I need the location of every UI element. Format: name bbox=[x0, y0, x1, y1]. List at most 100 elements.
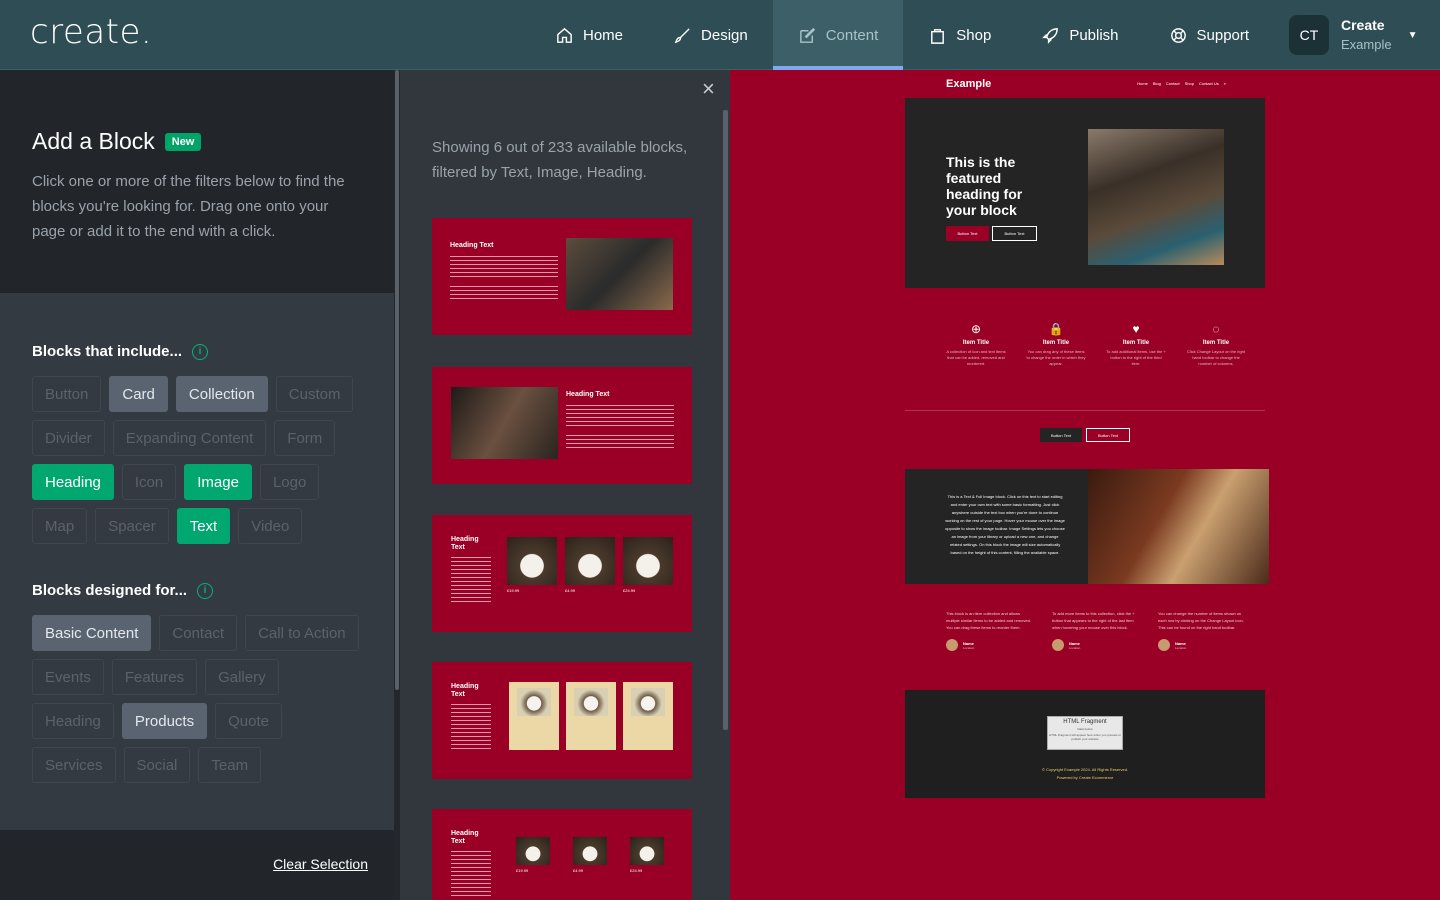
product-image bbox=[630, 837, 664, 865]
shopping-bag-icon bbox=[931, 28, 945, 44]
avatar: CT bbox=[1289, 15, 1329, 55]
preview-testimonials-block[interactable]: This block is an item collection and all… bbox=[946, 610, 1246, 651]
product-card bbox=[509, 682, 559, 750]
clear-selection-link[interactable]: Clear Selection bbox=[273, 856, 368, 872]
preview-hero-block[interactable]: This is the featured heading for your bl… bbox=[905, 98, 1265, 288]
app-logo[interactable]: create. bbox=[30, 12, 152, 52]
chevron-down-icon[interactable]: ▼ bbox=[1408, 30, 1418, 41]
panel-footer: Clear Selection bbox=[0, 830, 394, 900]
preview-footer-block[interactable]: HTML Fragment Data below HTML Fragment w… bbox=[905, 690, 1265, 798]
designed-section-title: Blocks designed for... i bbox=[32, 582, 362, 599]
product-image bbox=[623, 537, 673, 585]
preview-features-block[interactable]: ⊕ Item Title A collection of icon and te… bbox=[946, 322, 1246, 367]
filter-chip-text[interactable]: Text bbox=[176, 508, 231, 544]
preview-button-secondary: Button Text bbox=[1086, 428, 1130, 442]
testimonial-item: This block is an item collection and all… bbox=[946, 610, 1034, 651]
avatar bbox=[1052, 639, 1064, 651]
product-price: £24.99 bbox=[630, 868, 643, 873]
avatar bbox=[946, 639, 958, 651]
product-price: £24.99 bbox=[623, 588, 636, 593]
product-item: £4.99 bbox=[573, 837, 607, 875]
filter-chip-map: Map bbox=[32, 508, 88, 544]
filter-chip-contact: Contact bbox=[159, 615, 238, 651]
filter-chip-card[interactable]: Card bbox=[109, 376, 168, 412]
nav-home[interactable]: Home bbox=[530, 0, 648, 70]
filter-chip-custom: Custom bbox=[275, 376, 354, 412]
feature-item: 🔒 Item Title You can drag any of these i… bbox=[1026, 322, 1086, 367]
nav-support[interactable]: Support bbox=[1144, 0, 1275, 70]
feature-desc: A collection of icon and text items that… bbox=[946, 349, 1006, 366]
block-card-image-text[interactable]: Heading Text bbox=[432, 367, 692, 484]
top-bar: create. Home Design Content Shop Publish… bbox=[0, 0, 1440, 70]
testimonial-text: To add more items to this collection, cl… bbox=[1052, 611, 1135, 630]
card-heading: Heading Text bbox=[566, 391, 610, 398]
lock-icon: 🔒 bbox=[1048, 322, 1064, 336]
include-chips: Button Card Collection Custom Divider Expandi… bbox=[32, 376, 362, 544]
nav-home-label: Home bbox=[583, 26, 624, 44]
hero-title: This is the featured heading for your bl… bbox=[946, 154, 1023, 218]
avatar bbox=[1158, 639, 1170, 651]
nav-content-label: Content bbox=[825, 26, 879, 44]
filter-chip-logo: Logo bbox=[259, 464, 320, 500]
results-panel: × Showing 6 out of 233 available blocks,… bbox=[400, 70, 730, 900]
info-icon[interactable]: i bbox=[197, 582, 214, 599]
testimonial-author: Name Location bbox=[946, 639, 1034, 651]
block-card-products[interactable]: Heading Text £19.99 £4.99 £24.99 bbox=[432, 515, 692, 632]
filter-chip-image[interactable]: Image bbox=[184, 464, 252, 500]
filter-chip-collection[interactable]: Collection bbox=[175, 376, 268, 412]
nav-design-label: Design bbox=[701, 26, 748, 44]
product-image bbox=[631, 688, 665, 716]
author-info: Name Location bbox=[1175, 641, 1186, 650]
tif-text: This is a Text & Full Image block. Click… bbox=[945, 494, 1065, 555]
product-card bbox=[566, 682, 616, 750]
block-card-products-small[interactable]: Heading Text £19.99 £4.99 £24.99 bbox=[432, 809, 692, 900]
brush-icon bbox=[674, 27, 690, 43]
nav-shop[interactable]: Shop bbox=[903, 0, 1016, 70]
feature-title: Item Title bbox=[1122, 340, 1150, 346]
product-image bbox=[574, 688, 608, 716]
nav-design[interactable]: Design bbox=[648, 0, 773, 70]
block-card-text-image[interactable]: Heading Text bbox=[432, 218, 692, 335]
product-image bbox=[573, 837, 607, 865]
author-name: Name bbox=[1175, 640, 1186, 646]
page-preview[interactable]: Example Home Blog Contact Shop Contact U… bbox=[730, 70, 1440, 900]
filter-chip-services: Services bbox=[32, 747, 116, 783]
filter-chip-events: Events bbox=[32, 659, 104, 695]
filter-chip-basic-content[interactable]: Basic Content bbox=[32, 615, 152, 651]
preview-text-image-block[interactable]: This is a Text & Full Image block. Click… bbox=[905, 469, 1269, 584]
results-scrollbar[interactable] bbox=[723, 110, 728, 730]
filter-chip-video: Video bbox=[238, 508, 303, 544]
filter-chip-products[interactable]: Products bbox=[121, 703, 208, 739]
product-price: £4.99 bbox=[573, 868, 584, 873]
product-item: £24.99 bbox=[630, 837, 664, 875]
search-icon: ⌕ bbox=[1223, 81, 1226, 86]
nav-publish[interactable]: Publish bbox=[1016, 0, 1143, 70]
filter-chip-heading[interactable]: Heading bbox=[32, 464, 114, 500]
product-item: £19.99 bbox=[516, 837, 550, 875]
card-text-lines bbox=[450, 286, 558, 302]
feature-desc: Click Change Layout on the right hand to… bbox=[1186, 349, 1246, 366]
info-icon[interactable]: i bbox=[192, 343, 209, 360]
filter-chip-call-to-action: Call to Action bbox=[245, 615, 359, 651]
product-image bbox=[507, 537, 557, 585]
feature-item: ♥ Item Title To add additional items, us… bbox=[1106, 322, 1166, 367]
user-menu[interactable]: CT Create Example ▼ bbox=[1289, 15, 1417, 55]
product-image bbox=[517, 688, 551, 716]
block-card-products-cards[interactable]: Heading Text bbox=[432, 662, 692, 779]
results-summary: Showing 6 out of 233 available blocks, f… bbox=[432, 139, 688, 181]
feature-item: ◌ Item Title Click Change Layout on the … bbox=[1186, 322, 1246, 367]
site-link: Shop bbox=[1184, 81, 1194, 86]
nav-content[interactable]: Content bbox=[772, 0, 904, 70]
lifebuoy-icon bbox=[1170, 27, 1186, 43]
feature-desc: You can drag any of these items to chang… bbox=[1026, 349, 1086, 366]
product-item: £24.99 bbox=[623, 537, 673, 593]
powered-text: Powered by Create Ecommerce bbox=[1056, 775, 1114, 780]
close-icon[interactable]: × bbox=[702, 76, 715, 102]
left-scrollbar-thumb[interactable] bbox=[395, 70, 399, 690]
product-image bbox=[565, 537, 615, 585]
hero-image bbox=[1088, 129, 1224, 265]
author-location: Location bbox=[963, 645, 975, 650]
author-name: Name bbox=[963, 640, 974, 646]
card-image bbox=[451, 387, 558, 459]
include-title: Blocks that include... bbox=[32, 343, 183, 360]
